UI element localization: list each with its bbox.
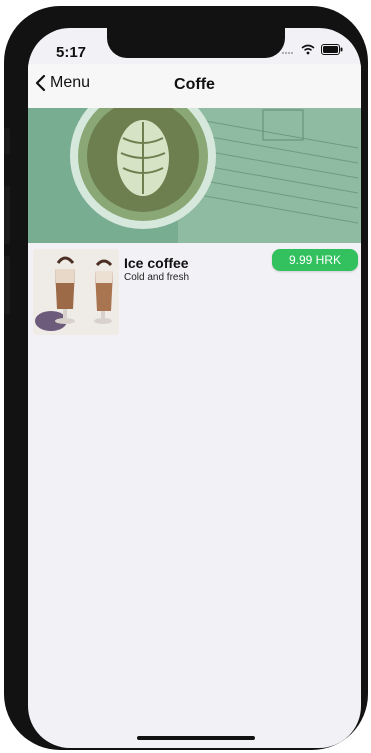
- coffee-cup-image: [28, 108, 361, 243]
- notch: [107, 28, 285, 58]
- navigation-bar: Menu Coffe: [28, 64, 361, 108]
- home-indicator: [137, 736, 255, 740]
- product-image: [33, 249, 119, 335]
- price-button[interactable]: 9.99 HRK: [272, 249, 358, 271]
- list-item[interactable]: Ice coffee Cold and fresh 9.99 HRK: [28, 243, 361, 338]
- page-title: Coffe: [174, 76, 215, 93]
- product-name: Ice coffee: [124, 255, 189, 271]
- iced-coffee-photo: [33, 249, 119, 335]
- side-button: [4, 186, 10, 244]
- phone-screen: 5:17 Menu Coffe Ice coffee Cold and fres…: [28, 28, 361, 748]
- status-icons: [281, 44, 343, 55]
- side-button: [4, 128, 10, 154]
- side-button: [4, 256, 10, 314]
- battery-icon: [321, 44, 343, 55]
- status-time: 5:17: [56, 44, 87, 61]
- hero-image: [28, 108, 361, 243]
- phone-frame: 5:17 Menu Coffe Ice coffee Cold and fres…: [4, 6, 368, 750]
- product-description: Cold and fresh: [124, 272, 190, 283]
- wifi-icon: [301, 44, 315, 55]
